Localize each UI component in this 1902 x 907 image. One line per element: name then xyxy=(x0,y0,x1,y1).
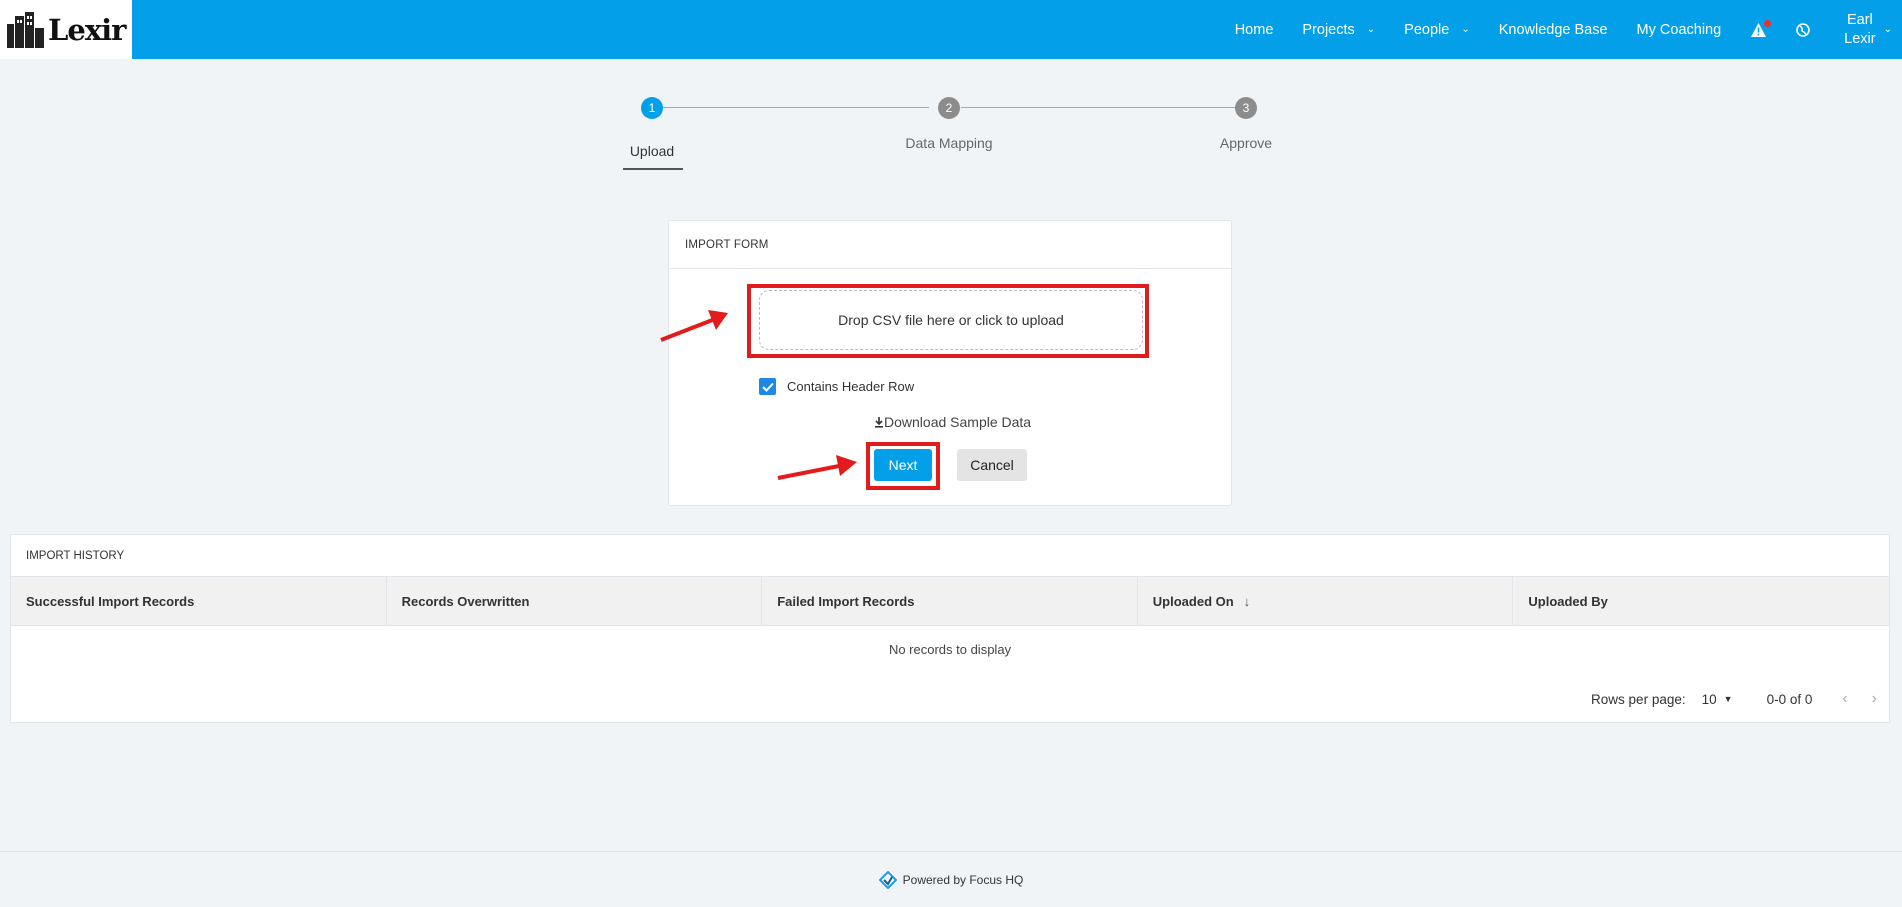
import-form-card: IMPORT FORM Drop CSV file here or click … xyxy=(668,220,1232,506)
alert-icon[interactable] xyxy=(1751,19,1772,37)
col-uploaded-by[interactable]: Uploaded By xyxy=(1513,577,1889,625)
cancel-button[interactable]: Cancel xyxy=(957,449,1027,481)
download-sample-link[interactable]: Download Sample Data xyxy=(874,414,1031,430)
logo-text: Lexir xyxy=(48,12,126,47)
step-3-circle[interactable]: 3 xyxy=(1235,97,1257,119)
chevron-down-icon: ⌄ xyxy=(1883,24,1892,35)
import-history-panel: IMPORT HISTORY Successful Import Records… xyxy=(10,534,1890,723)
col-label: Uploaded On xyxy=(1152,593,1234,609)
user-last-name: Lexir xyxy=(1844,30,1876,47)
history-table-header: Successful Import Records Records Overwr… xyxy=(11,577,1889,626)
rows-per-page-label: Rows per page: xyxy=(1591,691,1686,707)
download-sample-label: Download Sample Data xyxy=(884,414,1032,430)
footer: Powered by Focus HQ xyxy=(0,851,1902,907)
nav-my-coaching-label: My Coaching xyxy=(1636,21,1722,38)
user-menu[interactable]: Earl Lexir ⌄ xyxy=(1844,11,1892,49)
footer-text: Powered by Focus HQ xyxy=(902,872,1024,887)
col-records-overwritten[interactable]: Records Overwritten xyxy=(387,577,763,625)
rows-per-page-select[interactable]: 10 ▼ xyxy=(1702,692,1733,707)
nav-knowledge-base-label: Knowledge Base xyxy=(1498,21,1608,38)
step-connector xyxy=(961,107,1235,108)
header-row-option: Contains Header Row xyxy=(759,378,914,395)
download-icon xyxy=(875,416,883,428)
nav-people[interactable]: People ⌄ xyxy=(1404,22,1470,38)
col-label: Failed Import Records xyxy=(777,593,915,609)
import-stepper: 1 2 3 Upload Data Mapping Approve xyxy=(600,96,1300,176)
chevron-right-icon[interactable]: › xyxy=(1872,690,1877,708)
globe-icon[interactable] xyxy=(1796,22,1810,37)
pagination-range: 0-0 of 0 xyxy=(1766,691,1813,707)
col-label: Successful Import Records xyxy=(26,593,195,609)
header-row-checkbox[interactable] xyxy=(759,378,776,395)
step-2-label[interactable]: Data Mapping xyxy=(905,135,992,151)
step-2-circle[interactable]: 2 xyxy=(938,97,960,119)
step-3-label[interactable]: Approve xyxy=(1220,135,1272,151)
import-history-title: IMPORT HISTORY xyxy=(11,535,1889,577)
sort-arrow-down-icon[interactable]: ↓ xyxy=(1244,594,1251,609)
chevron-down-icon: ⌄ xyxy=(1461,24,1470,35)
nav-my-coaching[interactable]: My Coaching xyxy=(1637,22,1722,38)
table-pagination: Rows per page: 10 ▼ 0-0 of 0 ‹ › xyxy=(1591,684,1889,714)
nav-projects[interactable]: Projects ⌄ xyxy=(1302,22,1375,38)
rows-per-page-value: 10 xyxy=(1701,691,1717,707)
focus-hq-logo-icon xyxy=(878,870,897,889)
nav-home-label: Home xyxy=(1234,21,1274,38)
top-navbar: Lexir Home Projects ⌄ People ⌄ Knowledge B… xyxy=(0,0,1902,59)
empty-table-message: No records to display xyxy=(888,641,1012,657)
nav-people-label: People xyxy=(1404,21,1450,38)
nav-knowledge-base[interactable]: Knowledge Base xyxy=(1499,22,1608,38)
import-form-title: IMPORT FORM xyxy=(669,221,1231,269)
building-logo-icon xyxy=(7,11,44,48)
nav-home[interactable]: Home xyxy=(1235,22,1274,38)
col-uploaded-on[interactable]: Uploaded On ↓ xyxy=(1138,577,1514,625)
notification-dot xyxy=(1764,19,1772,27)
annotation-highlight-next xyxy=(866,442,940,490)
step-1-label[interactable]: Upload xyxy=(630,143,674,159)
col-label: Uploaded By xyxy=(1528,593,1608,609)
nav-projects-label: Projects xyxy=(1302,21,1355,38)
header-row-label: Contains Header Row xyxy=(787,379,915,394)
annotation-highlight-dropzone xyxy=(747,284,1149,358)
step-connector xyxy=(663,107,929,108)
caret-down-icon: ▼ xyxy=(1723,694,1733,704)
user-first-name: Earl xyxy=(1846,11,1873,28)
checkmark-icon xyxy=(761,382,774,392)
col-successful-import-records[interactable]: Successful Import Records xyxy=(11,577,387,625)
main-nav: Home Projects ⌄ People ⌄ Knowledge Base My… xyxy=(1206,0,1902,59)
chevron-left-icon[interactable]: ‹ xyxy=(1842,690,1847,708)
logo[interactable]: Lexir xyxy=(0,0,132,59)
col-failed-import-records[interactable]: Failed Import Records xyxy=(762,577,1138,625)
active-step-underline xyxy=(623,168,683,170)
col-label: Records Overwritten xyxy=(401,593,530,609)
chevron-down-icon: ⌄ xyxy=(1366,24,1376,35)
step-1-circle[interactable]: 1 xyxy=(641,97,663,119)
